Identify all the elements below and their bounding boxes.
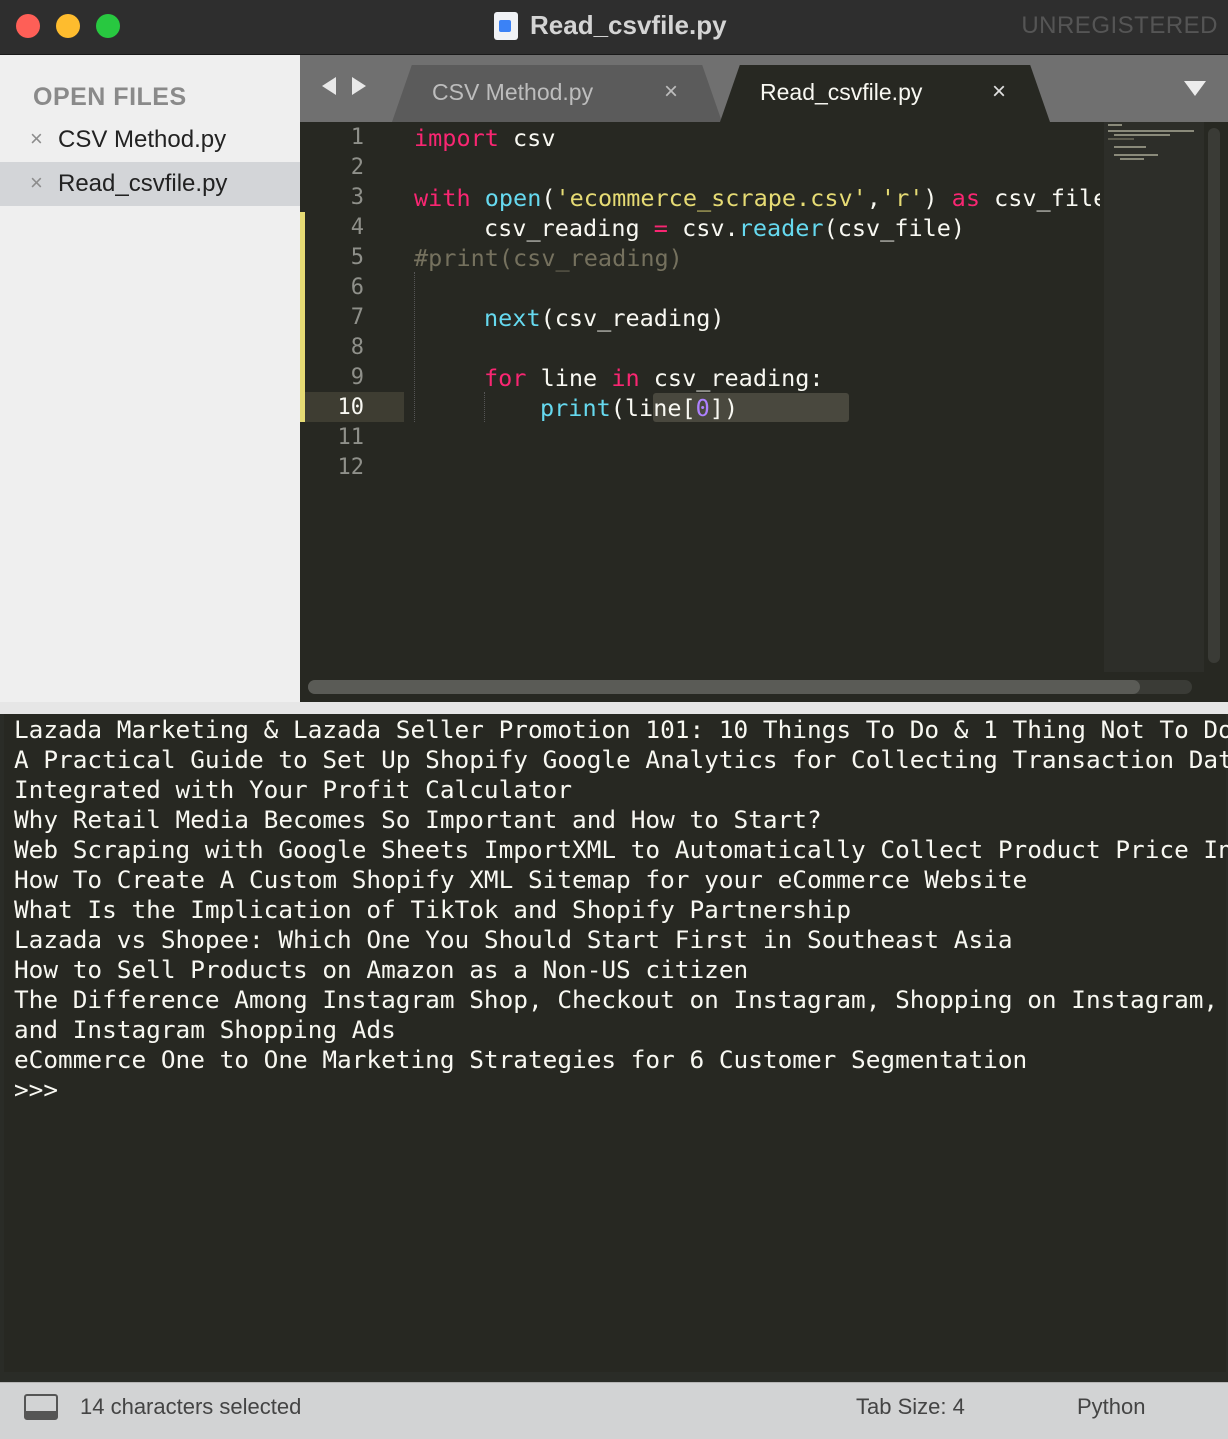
line-number-gutter: 1 2 3 4 5 6 7 8 9 10 11 12 bbox=[300, 122, 404, 702]
status-bar: 14 characters selected Tab Size: 4 Pytho… bbox=[0, 1382, 1228, 1439]
indent-guide bbox=[484, 392, 485, 422]
window-minimize-button[interactable] bbox=[56, 14, 80, 38]
line-number: 6 bbox=[350, 275, 364, 300]
output-line: Why Retail Media Becomes So Important an… bbox=[14, 805, 822, 834]
arrow-left-icon[interactable] bbox=[322, 77, 336, 95]
registration-status: UNREGISTERED bbox=[1021, 12, 1218, 39]
output-line: How To Create A Custom Shopify XML Sitem… bbox=[14, 865, 1028, 894]
output-line: Web Scraping with Google Sheets ImportXM… bbox=[14, 835, 1228, 864]
tab-size-setting[interactable]: Tab Size: 4 bbox=[856, 1394, 965, 1420]
line-number: 1 bbox=[350, 125, 364, 150]
panel-toggle-icon[interactable] bbox=[24, 1394, 58, 1420]
line-number: 8 bbox=[350, 335, 364, 360]
code-line: print(line[0]) bbox=[540, 394, 739, 422]
line-number: 7 bbox=[350, 305, 364, 330]
minimap[interactable] bbox=[1104, 122, 1204, 672]
build-output-panel[interactable]: Lazada Marketing & Lazada Seller Promoti… bbox=[4, 714, 1228, 1372]
window-close-button[interactable] bbox=[16, 14, 40, 38]
vertical-scrollbar[interactable] bbox=[1208, 128, 1220, 663]
tab-bar: CSV Method.py × Read_csvfile.py × bbox=[300, 55, 1228, 122]
title-bar: Read_csvfile.py UNREGISTERED bbox=[0, 0, 1228, 55]
sidebar: OPEN FILES × CSV Method.py × Read_csvfil… bbox=[0, 55, 300, 702]
output-line: How to Sell Products on Amazon as a Non-… bbox=[14, 955, 749, 984]
close-icon[interactable]: × bbox=[664, 78, 678, 106]
syntax-setting[interactable]: Python bbox=[1077, 1394, 1146, 1420]
horizontal-scrollbar-thumb[interactable] bbox=[308, 680, 1140, 694]
output-line: eCommerce One to One Marketing Strategie… bbox=[14, 1045, 1028, 1074]
output-line: Lazada vs Shopee: Which One You Should S… bbox=[14, 925, 1013, 954]
code-line: import csv bbox=[414, 124, 556, 152]
window-maximize-button[interactable] bbox=[96, 14, 120, 38]
line-number: 3 bbox=[350, 185, 364, 210]
close-icon[interactable]: × bbox=[30, 170, 43, 196]
window-title: Read_csvfile.py bbox=[530, 10, 727, 40]
sidebar-item-read-csvfile[interactable]: × Read_csvfile.py bbox=[0, 162, 300, 206]
output-line: The Difference Among Instagram Shop, Che… bbox=[14, 985, 1219, 1014]
python-file-icon bbox=[494, 12, 518, 40]
output-line: and Instagram Shopping Ads bbox=[14, 1015, 396, 1044]
line-number: 5 bbox=[350, 245, 364, 270]
code-line: csv_reading = csv.reader(csv_file) bbox=[484, 214, 966, 242]
code-editor[interactable]: 1 2 3 4 5 6 7 8 9 10 11 12 import csv wi… bbox=[300, 122, 1228, 702]
output-line: A Practical Guide to Set Up Shopify Goog… bbox=[14, 745, 1228, 774]
code-line: #print(csv_reading) bbox=[414, 244, 683, 272]
sidebar-item-label: CSV Method.py bbox=[58, 126, 227, 153]
panel-divider[interactable] bbox=[0, 702, 1228, 714]
output-line: Integrated with Your Profit Calculator bbox=[14, 775, 573, 804]
sidebar-item-label: Read_csvfile.py bbox=[58, 170, 228, 197]
line-number: 12 bbox=[337, 455, 365, 480]
close-icon[interactable]: × bbox=[992, 78, 1006, 106]
line-number: 4 bbox=[350, 215, 364, 240]
tab-label: CSV Method.py bbox=[432, 79, 594, 105]
line-number: 10 bbox=[337, 395, 365, 420]
arrow-right-icon[interactable] bbox=[352, 77, 366, 95]
code-line: for line in csv_reading: bbox=[484, 364, 824, 392]
open-files-header: OPEN FILES bbox=[33, 83, 187, 111]
line-number: 2 bbox=[350, 155, 364, 180]
close-icon[interactable]: × bbox=[30, 126, 43, 152]
output-line: Lazada Marketing & Lazada Seller Promoti… bbox=[14, 715, 1228, 744]
tab-csv-method[interactable]: CSV Method.py × bbox=[392, 65, 722, 122]
code-line: with open('ecommerce_scrape.csv','r') as… bbox=[414, 184, 1100, 212]
code-area[interactable]: import csv with open('ecommerce_scrape.c… bbox=[414, 122, 1100, 682]
console-prompt[interactable]: >>> bbox=[14, 1075, 58, 1105]
code-line: next(csv_reading) bbox=[484, 304, 725, 332]
selection-status: 14 characters selected bbox=[80, 1394, 302, 1419]
chevron-down-icon[interactable] bbox=[1184, 81, 1206, 96]
output-line: What Is the Implication of TikTok and Sh… bbox=[14, 895, 852, 924]
line-number: 11 bbox=[337, 425, 365, 450]
indent-guide bbox=[414, 272, 415, 422]
line-number: 9 bbox=[350, 365, 364, 390]
tab-read-csvfile[interactable]: Read_csvfile.py × bbox=[720, 65, 1050, 122]
tab-label: Read_csvfile.py bbox=[760, 79, 923, 105]
sidebar-item-csv-method[interactable]: × CSV Method.py bbox=[0, 118, 300, 162]
